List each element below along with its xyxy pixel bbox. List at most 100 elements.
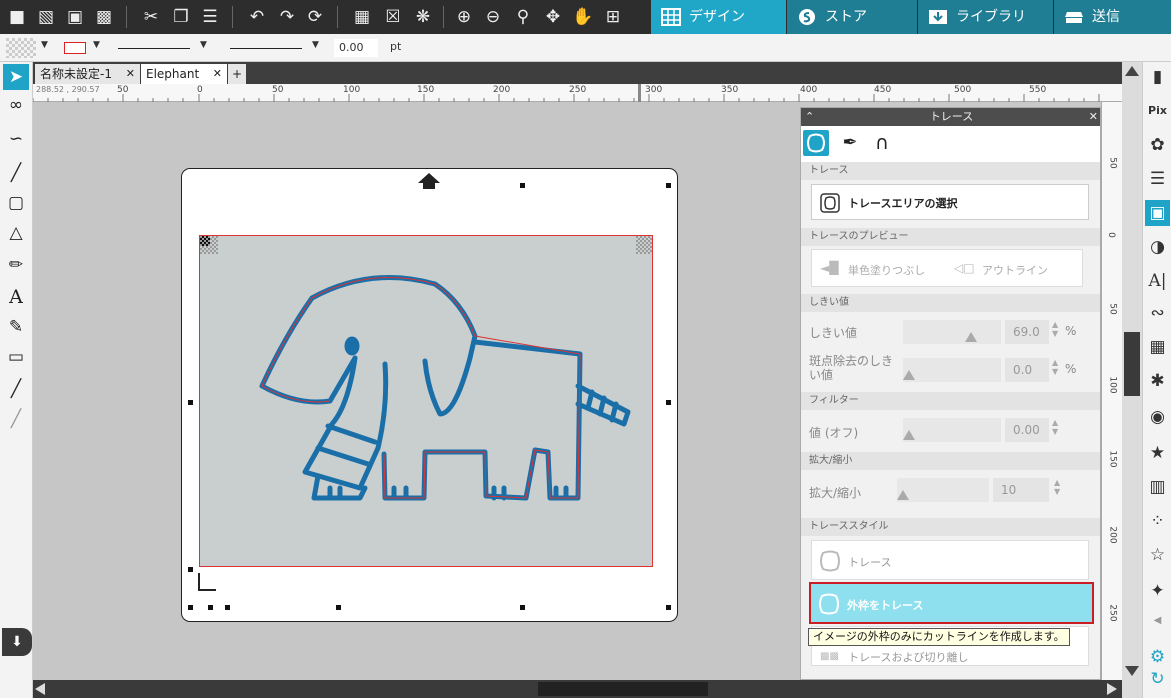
- zoom-select-icon[interactable]: ⚲: [510, 4, 536, 30]
- favorites-star-icon[interactable]: ★: [1145, 440, 1170, 466]
- paste-icon[interactable]: ☰: [197, 4, 223, 30]
- line-join-sample[interactable]: [230, 48, 302, 49]
- new-file-icon[interactable]: ■: [4, 4, 30, 30]
- text-style-icon[interactable]: A|: [1145, 268, 1170, 294]
- collapse-chevron-icon[interactable]: ⌃: [805, 108, 814, 126]
- eraser-tool-icon[interactable]: ▭: [3, 344, 29, 370]
- cutting-mat-page[interactable]: [181, 168, 678, 622]
- elephant-image[interactable]: [199, 235, 653, 567]
- selection-handle[interactable]: [520, 183, 525, 188]
- tab-store[interactable]: ストア: [787, 0, 917, 34]
- doc-tab-untitled[interactable]: 名称未設定-1 ✕: [35, 64, 140, 84]
- doc-tab-elephant[interactable]: Elephant ✕: [141, 64, 227, 84]
- filter-slider[interactable]: [903, 418, 1001, 442]
- sketch-effect-icon[interactable]: ⁘: [1145, 508, 1170, 534]
- line-style-dropdown-icon[interactable]: ▼: [200, 40, 207, 50]
- fill-pattern-swatch-icon[interactable]: [6, 38, 36, 58]
- page-setup-icon[interactable]: ▮: [1145, 64, 1170, 90]
- scale-spinner-icon[interactable]: ▲ ▼: [1054, 478, 1060, 496]
- expand-left-icon[interactable]: ◀: [1145, 608, 1170, 634]
- slider-thumb[interactable]: [903, 370, 915, 380]
- selection-handle[interactable]: [666, 400, 671, 405]
- add-tab-icon[interactable]: +: [228, 64, 246, 84]
- despeckle-slider[interactable]: [903, 358, 1001, 382]
- pan-hand-icon[interactable]: ✋: [570, 4, 596, 30]
- close-icon[interactable]: ✕: [126, 64, 135, 84]
- line-style-icon[interactable]: ☰: [1145, 166, 1170, 192]
- selection-handle[interactable]: [188, 400, 193, 405]
- select-tool-icon[interactable]: ➤: [3, 64, 29, 90]
- deselect-icon[interactable]: ☒: [380, 4, 406, 30]
- print-icon[interactable]: ▩: [91, 4, 117, 30]
- smooth-tool-icon[interactable]: ∽: [3, 126, 29, 152]
- text-to-path-icon[interactable]: ∾: [1145, 300, 1170, 326]
- preview-fill-label[interactable]: 単色塗りつぶし: [848, 262, 925, 278]
- scroll-down-icon[interactable]: [1125, 666, 1139, 676]
- design-canvas[interactable]: [33, 102, 800, 680]
- selection-handle[interactable]: [188, 567, 193, 572]
- selection-handle[interactable]: [336, 605, 341, 610]
- text-tool-icon[interactable]: A: [3, 284, 29, 310]
- selection-handle[interactable]: [188, 605, 193, 610]
- select-all-icon[interactable]: ▦: [349, 4, 375, 30]
- trace-style-button[interactable]: トレース: [811, 540, 1089, 580]
- threshold-slider[interactable]: [903, 320, 1001, 344]
- save-icon[interactable]: ▣: [62, 4, 88, 30]
- trace-outer-edge-button[interactable]: 外枠をトレース: [809, 582, 1094, 624]
- transform-icon[interactable]: ✱: [1145, 368, 1170, 394]
- close-icon[interactable]: ✕: [213, 64, 222, 84]
- cut-icon[interactable]: ✂: [138, 4, 164, 30]
- zoom-out-icon[interactable]: ⊖: [480, 4, 506, 30]
- filter-spinner-icon[interactable]: ▲ ▼: [1052, 418, 1058, 436]
- selection-handle[interactable]: [666, 605, 671, 610]
- horizontal-scrollbar[interactable]: [33, 680, 1122, 698]
- magnet-subtab-icon[interactable]: ∩: [867, 130, 897, 156]
- line-tool-icon[interactable]: ╱: [3, 160, 29, 186]
- point-edit-tool-icon[interactable]: ∞: [3, 92, 29, 118]
- knife-tool-icon[interactable]: ╱: [3, 376, 29, 402]
- fit-to-page-icon[interactable]: ⊞: [600, 4, 626, 30]
- selection-handle[interactable]: [520, 605, 525, 610]
- tab-design[interactable]: デザイン: [651, 0, 786, 34]
- threshold-value[interactable]: 69.0: [1005, 320, 1049, 344]
- redo-icon[interactable]: ↷: [274, 4, 300, 30]
- tab-send[interactable]: 送信: [1054, 0, 1171, 34]
- close-icon[interactable]: ✕: [1089, 108, 1098, 126]
- sketch-tool-icon[interactable]: ✎: [3, 314, 29, 340]
- fill-color-palette-icon[interactable]: ✿: [1145, 132, 1170, 158]
- replicate-icon[interactable]: ◉: [1145, 404, 1170, 430]
- preview-outline-label[interactable]: アウトライン: [982, 262, 1048, 278]
- vertical-scroll-thumb[interactable]: [1124, 332, 1140, 396]
- threshold-spinner-icon[interactable]: ▲ ▼: [1052, 320, 1058, 338]
- horizontal-scroll-thumb[interactable]: [538, 682, 708, 696]
- puzzle-icon[interactable]: ✦: [1145, 578, 1170, 604]
- slider-thumb[interactable]: [897, 490, 909, 500]
- slider-thumb[interactable]: [965, 332, 977, 342]
- offset-icon[interactable]: ▥: [1145, 474, 1170, 500]
- line-width-input[interactable]: 0.00: [334, 39, 378, 57]
- select-trace-area-button[interactable]: トレースエリアの選択: [811, 184, 1089, 220]
- scroll-right-icon[interactable]: [1107, 683, 1117, 695]
- redraw-icon[interactable]: ⟳: [302, 4, 328, 30]
- filter-value[interactable]: 0.00: [1005, 418, 1049, 442]
- pencil-tool-icon[interactable]: ✏: [3, 252, 29, 278]
- undo-icon[interactable]: ↶: [244, 4, 270, 30]
- pixscan-icon[interactable]: Pix: [1145, 98, 1170, 124]
- tab-library[interactable]: ライブラリ: [918, 0, 1053, 34]
- zoom-in-icon[interactable]: ⊕: [451, 4, 477, 30]
- scroll-left-icon[interactable]: [35, 683, 45, 695]
- despeckle-spinner-icon[interactable]: ▲ ▼: [1052, 358, 1058, 376]
- select-by-color-icon[interactable]: ❋: [410, 4, 436, 30]
- slider-thumb[interactable]: [903, 430, 915, 440]
- line-style-sample[interactable]: [118, 48, 190, 49]
- scale-value[interactable]: 10: [993, 478, 1049, 502]
- image-effects-icon[interactable]: ◑: [1145, 234, 1170, 260]
- vertical-scrollbar[interactable]: [1122, 62, 1142, 698]
- trace-subtab-icon[interactable]: [803, 130, 829, 156]
- line-join-dropdown-icon[interactable]: ▼: [312, 40, 319, 50]
- selection-handle[interactable]: [208, 605, 213, 610]
- selection-handle[interactable]: [225, 605, 230, 610]
- polygon-tool-icon[interactable]: △: [3, 220, 29, 246]
- sync-icon[interactable]: ↻: [1145, 666, 1170, 692]
- library-import-icon[interactable]: ⬇: [2, 628, 32, 656]
